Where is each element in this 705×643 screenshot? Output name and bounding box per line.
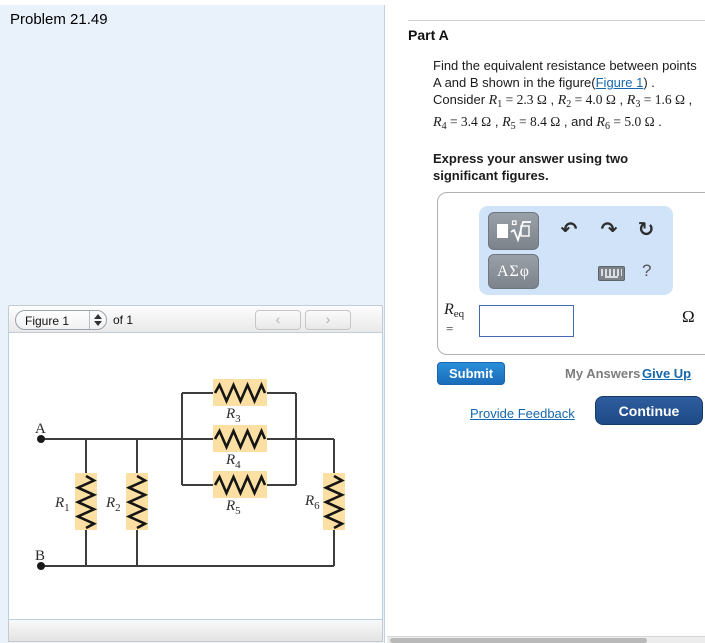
stepper-icon <box>89 311 106 329</box>
figure-link[interactable]: Figure 1 <box>596 75 644 90</box>
assignment-panel: Problem 21.49 Figure 1 of 1 ‹ › A B R1 R… <box>0 5 385 643</box>
resistor-label: R4 <box>225 452 241 471</box>
math-var: R <box>596 115 605 130</box>
answer-variable-label: Req <box>444 301 464 320</box>
scrollbar-thumb[interactable] <box>390 638 647 643</box>
req-base: R <box>444 301 454 318</box>
math-var: R <box>433 115 442 130</box>
sqrt-template-icon <box>496 220 531 243</box>
math-var: R <box>488 93 498 108</box>
provide-feedback-link[interactable]: Provide Feedback <box>470 406 575 421</box>
equation-template-button[interactable] <box>488 212 539 250</box>
keyboard-icon[interactable] <box>598 266 625 281</box>
figure-select-dropdown[interactable]: Figure 1 <box>15 310 107 330</box>
math-value: = 8.4 Ω <box>515 114 561 129</box>
resistor-label: R6 <box>304 493 320 512</box>
problem-text: . <box>654 114 662 129</box>
divider <box>408 20 705 21</box>
undo-icon[interactable]: ↶ <box>557 216 581 242</box>
math-value: = 5.0 Ω <box>609 114 655 129</box>
reset-icon[interactable]: ↻ <box>634 216 658 242</box>
problem-statement: Find the equivalent resistance between p… <box>433 57 699 135</box>
problem-text: , and <box>560 114 597 129</box>
resistor-label: R2 <box>105 495 121 514</box>
previous-figure-button[interactable]: ‹ <box>255 310 301 330</box>
answer-input[interactable] <box>479 305 574 337</box>
figure-toolbar: Figure 1 of 1 ‹ › <box>8 305 383 333</box>
greek-symbols-button[interactable]: ΑΣφ <box>488 254 539 289</box>
next-figure-button[interactable]: › <box>305 310 351 330</box>
equals-sign: = <box>446 321 454 336</box>
equation-toolbar: ΑΣφ ↶ ↷ ↻ ? <box>479 206 673 295</box>
arrow-up-icon <box>94 314 102 319</box>
problem-text: , <box>546 92 558 107</box>
resistor-label: R5 <box>225 498 241 517</box>
resistor-label: R1 <box>54 495 70 514</box>
figure-select-value: Figure 1 <box>25 314 70 328</box>
help-icon[interactable]: ? <box>642 261 651 281</box>
unit-label: Ω <box>682 307 695 326</box>
math-var: R <box>502 115 511 130</box>
continue-button[interactable]: Continue <box>595 396 703 425</box>
math-value: = 4.0 Ω <box>571 92 616 107</box>
circuit-figure: A B R1 R2 R3 R4 R5 R6 <box>8 333 383 620</box>
give-up-link[interactable]: Give Up <box>642 366 691 381</box>
horizontal-scrollbar[interactable] <box>387 636 705 643</box>
part-a-heading: Part A <box>408 27 449 43</box>
problem-text: , <box>615 92 627 107</box>
problem-text: , <box>491 114 503 129</box>
submit-button[interactable]: Submit <box>437 362 505 385</box>
page-title: Problem 21.49 <box>10 11 108 28</box>
node-a-label: A <box>35 421 46 437</box>
answer-box: ΑΣφ ↶ ↷ ↻ ? Req = Ω <box>437 192 705 355</box>
math-value: = 3.4 Ω <box>446 114 492 129</box>
problem-text: , <box>684 92 693 107</box>
figure-footer-bar <box>8 620 383 642</box>
figure-count-label: of 1 <box>113 313 134 327</box>
node-b-label: B <box>35 548 45 564</box>
arrow-down-icon <box>94 321 102 326</box>
math-value: = 1.6 Ω <box>640 92 685 107</box>
part-a-panel: Part A Find the equivalent resistance be… <box>385 0 705 643</box>
req-sub: eq <box>453 308 465 320</box>
math-value: = 2.3 Ω <box>502 92 547 107</box>
resistor-label: R3 <box>225 406 241 425</box>
math-var: R <box>557 93 567 108</box>
my-answers-label: My Answers <box>565 366 641 381</box>
redo-icon[interactable]: ↷ <box>597 216 621 242</box>
problem-text: Find the equivalent resistance between p… <box>433 58 697 90</box>
figure-widget: Figure 1 of 1 ‹ › A B R1 R2 R3 R4 R5 R6 <box>8 305 383 643</box>
circuit-diagram: A B R1 R2 R3 R4 R5 R6 <box>35 379 346 570</box>
express-instruction: Express your answer using two significan… <box>433 151 629 183</box>
